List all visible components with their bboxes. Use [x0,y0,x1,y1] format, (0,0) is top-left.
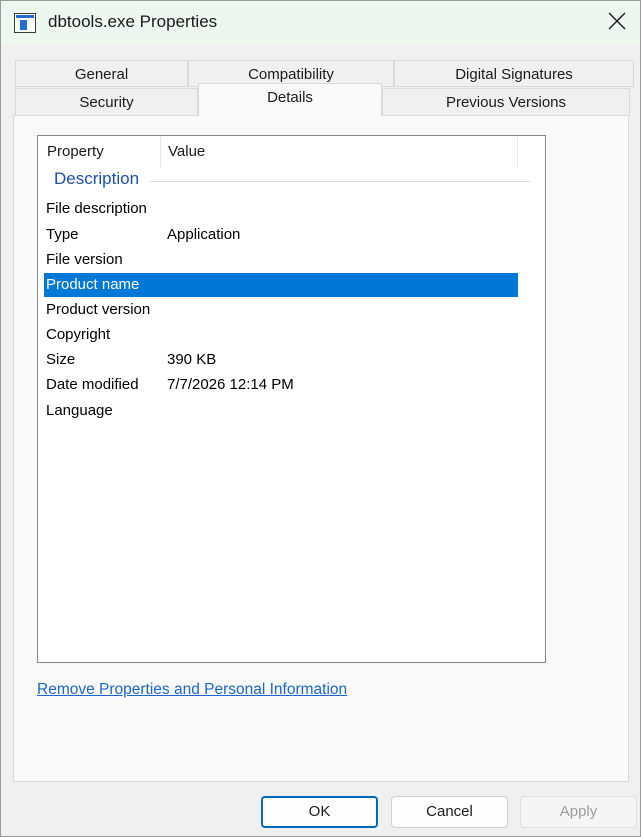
column-header-value[interactable]: Value [159,136,517,168]
group-divider [150,181,530,182]
property-name: Language [46,402,113,419]
list-item[interactable]: Product version [44,298,518,322]
close-icon [608,12,626,34]
property-name: File description [46,200,147,217]
property-name: Product name [46,276,140,293]
property-name: Copyright [46,326,111,343]
list-item[interactable]: File description [44,197,518,221]
list-item[interactable]: Copyright [44,323,518,347]
list-item[interactable]: Language [44,399,518,423]
column-separator[interactable] [517,136,518,167]
list-item-selected[interactable]: Product name [44,273,518,297]
ok-button[interactable]: OK [261,796,378,828]
tab-security[interactable]: Security [15,88,198,115]
properties-dialog: dbtools.exe Properties General Compatibi… [0,0,641,837]
group-header-description: Description [54,169,140,188]
property-name: Type [46,226,79,243]
tab-previous-versions[interactable]: Previous Versions [382,88,630,115]
cancel-button[interactable]: Cancel [391,796,508,828]
apply-button[interactable]: Apply [520,796,637,828]
app-window-icon [14,13,36,33]
tab-general[interactable]: General [15,60,188,87]
property-value: Application [167,226,241,243]
property-name: File version [46,251,123,268]
details-list[interactable]: Property Value Description File descript… [37,135,546,663]
remove-properties-link[interactable]: Remove Properties and Personal Informati… [37,681,347,699]
list-item[interactable]: Type Application [44,223,518,247]
details-panel: Property Value Description File descript… [13,115,629,782]
list-item[interactable]: File version [44,248,518,272]
property-name: Size [46,351,76,368]
tab-digital-signatures[interactable]: Digital Signatures [394,60,634,87]
list-item[interactable]: Size 390 KB [44,348,518,372]
property-name: Date modified [46,376,139,393]
close-button[interactable] [594,1,640,45]
tab-details[interactable]: Details [198,83,382,116]
property-name: Product version [46,301,151,318]
property-value: 390 KB [167,351,217,368]
window-title: dbtools.exe Properties [48,12,218,31]
list-item[interactable]: Date modified 7/7/2026 12:14 PM [44,373,518,397]
column-header-property[interactable]: Property [38,136,161,168]
title-bar: dbtools.exe Properties [1,1,640,45]
property-value: 7/7/2026 12:14 PM [167,376,294,393]
